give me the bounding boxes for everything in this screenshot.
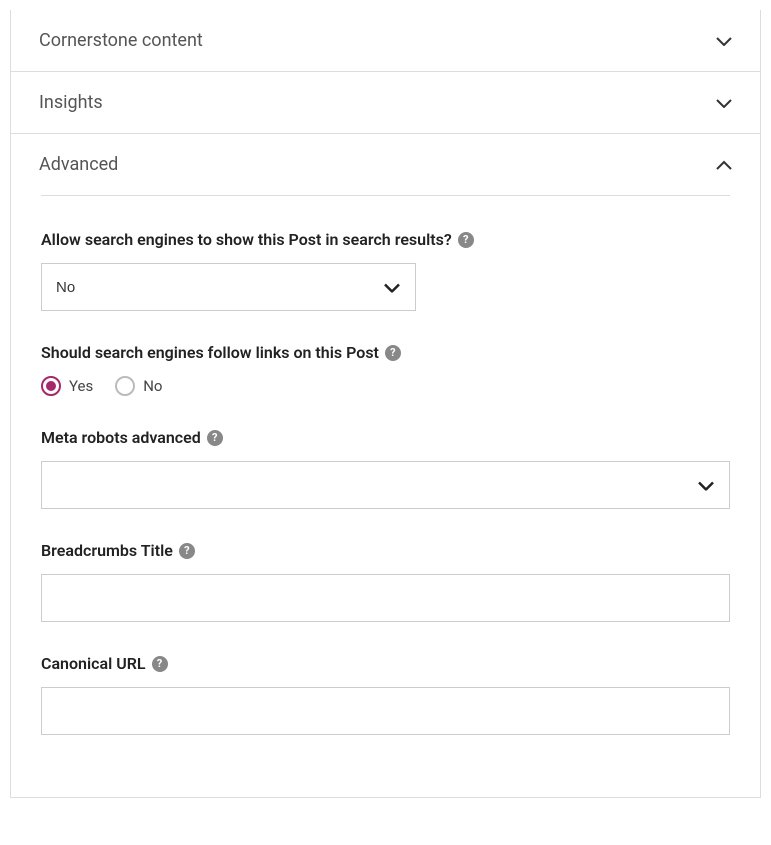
radio-circle-selected — [41, 376, 61, 396]
canonical-input[interactable] — [41, 687, 730, 735]
breadcrumbs-label: Breadcrumbs Title — [41, 541, 173, 560]
allow-search-select[interactable]: No — [41, 263, 416, 311]
meta-robots-select-wrap — [41, 461, 730, 509]
field-canonical: Canonical URL ? — [41, 654, 730, 735]
field-label: Meta robots advanced ? — [41, 428, 730, 447]
chevron-up-icon — [716, 157, 732, 173]
chevron-down-icon — [716, 95, 732, 111]
radio-no-label: No — [143, 377, 162, 395]
allow-search-label: Allow search engines to show this Post i… — [41, 230, 452, 249]
field-allow-search: Allow search engines to show this Post i… — [41, 230, 730, 311]
panel-cornerstone-header[interactable]: Cornerstone content — [11, 10, 760, 72]
allow-search-select-wrap: No — [41, 263, 416, 311]
panel-insights-title: Insights — [39, 92, 103, 113]
radio-no[interactable]: No — [115, 376, 162, 396]
field-label: Allow search engines to show this Post i… — [41, 230, 730, 249]
radio-yes-label: Yes — [69, 377, 93, 395]
meta-robots-label: Meta robots advanced — [41, 428, 201, 447]
help-icon[interactable]: ? — [385, 345, 401, 361]
chevron-down-icon — [716, 33, 732, 49]
help-icon[interactable]: ? — [458, 232, 474, 248]
field-label: Canonical URL ? — [41, 654, 730, 673]
help-icon[interactable]: ? — [179, 543, 195, 559]
field-breadcrumbs: Breadcrumbs Title ? — [41, 541, 730, 622]
help-icon[interactable]: ? — [207, 430, 223, 446]
divider — [41, 195, 730, 196]
field-meta-robots: Meta robots advanced ? — [41, 428, 730, 509]
field-label: Should search engines follow links on th… — [41, 343, 730, 362]
follow-links-label: Should search engines follow links on th… — [41, 343, 379, 362]
follow-links-radio-group: Yes No — [41, 376, 730, 396]
meta-robots-select[interactable] — [41, 461, 730, 509]
panel-cornerstone-title: Cornerstone content — [39, 30, 203, 51]
radio-circle — [115, 376, 135, 396]
help-icon[interactable]: ? — [152, 656, 168, 672]
field-follow-links: Should search engines follow links on th… — [41, 343, 730, 396]
panel-advanced-header[interactable]: Advanced — [11, 134, 760, 195]
canonical-label: Canonical URL — [41, 654, 146, 673]
radio-dot — [46, 381, 56, 391]
panel-insights-header[interactable]: Insights — [11, 72, 760, 134]
panel-advanced-content: Allow search engines to show this Post i… — [11, 195, 760, 797]
breadcrumbs-input[interactable] — [41, 574, 730, 622]
field-label: Breadcrumbs Title ? — [41, 541, 730, 560]
panel-advanced-title: Advanced — [39, 154, 118, 175]
radio-yes[interactable]: Yes — [41, 376, 93, 396]
